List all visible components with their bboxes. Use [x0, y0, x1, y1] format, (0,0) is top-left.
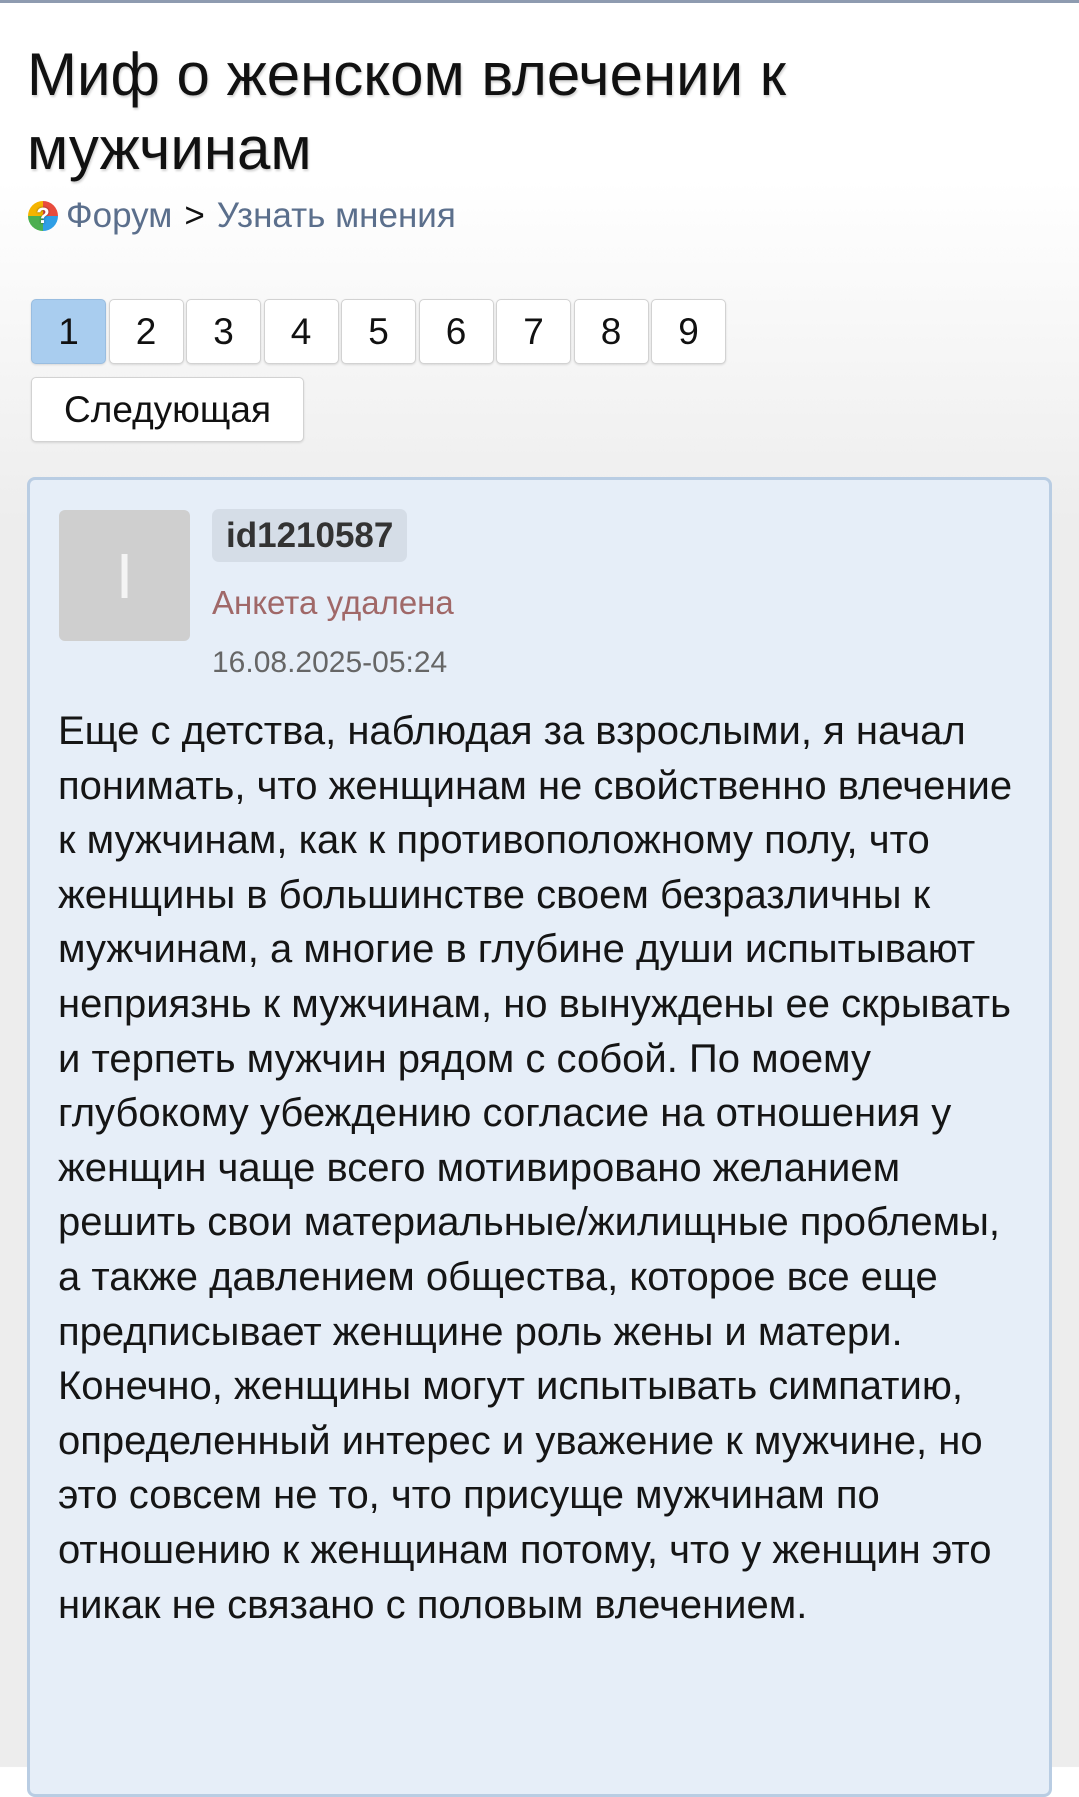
post-card: I id1210587 Анкета удалена 16.08.2025-05…	[27, 477, 1052, 1797]
next-page-button[interactable]: Следующая	[31, 377, 304, 442]
page-9-button[interactable]: 9	[651, 299, 726, 364]
post-body: Еще с детства, наблюдая за взрослыми, я …	[58, 709, 1013, 1627]
page-6-button[interactable]: 6	[418, 299, 494, 364]
page-2-button[interactable]: 2	[108, 299, 184, 364]
breadcrumb-forum-link[interactable]: Форум	[66, 196, 172, 236]
breadcrumb-section-link[interactable]: Узнать мнения	[217, 196, 456, 236]
page-7-button[interactable]: 7	[496, 299, 571, 364]
page-title: Миф о женском влечении к мужчинам	[27, 41, 787, 182]
breadcrumb-separator: >	[184, 196, 205, 235]
top-divider	[0, 0, 1079, 3]
forum-icon: ?	[28, 201, 58, 231]
page-8-button[interactable]: 8	[573, 299, 649, 364]
avatar[interactable]: I	[59, 510, 190, 641]
page-5-button[interactable]: 5	[341, 299, 416, 364]
post-date: 16.08.2025-05:24	[212, 646, 448, 679]
username-badge[interactable]: id1210587	[212, 509, 408, 562]
page-4-button[interactable]: 4	[263, 299, 339, 364]
page-3-button[interactable]: 3	[186, 299, 261, 364]
profile-status: Анкета удалена	[212, 584, 454, 621]
page-1-button[interactable]: 1	[31, 299, 106, 364]
breadcrumb: ? Форум > Узнать мнения	[28, 196, 456, 236]
